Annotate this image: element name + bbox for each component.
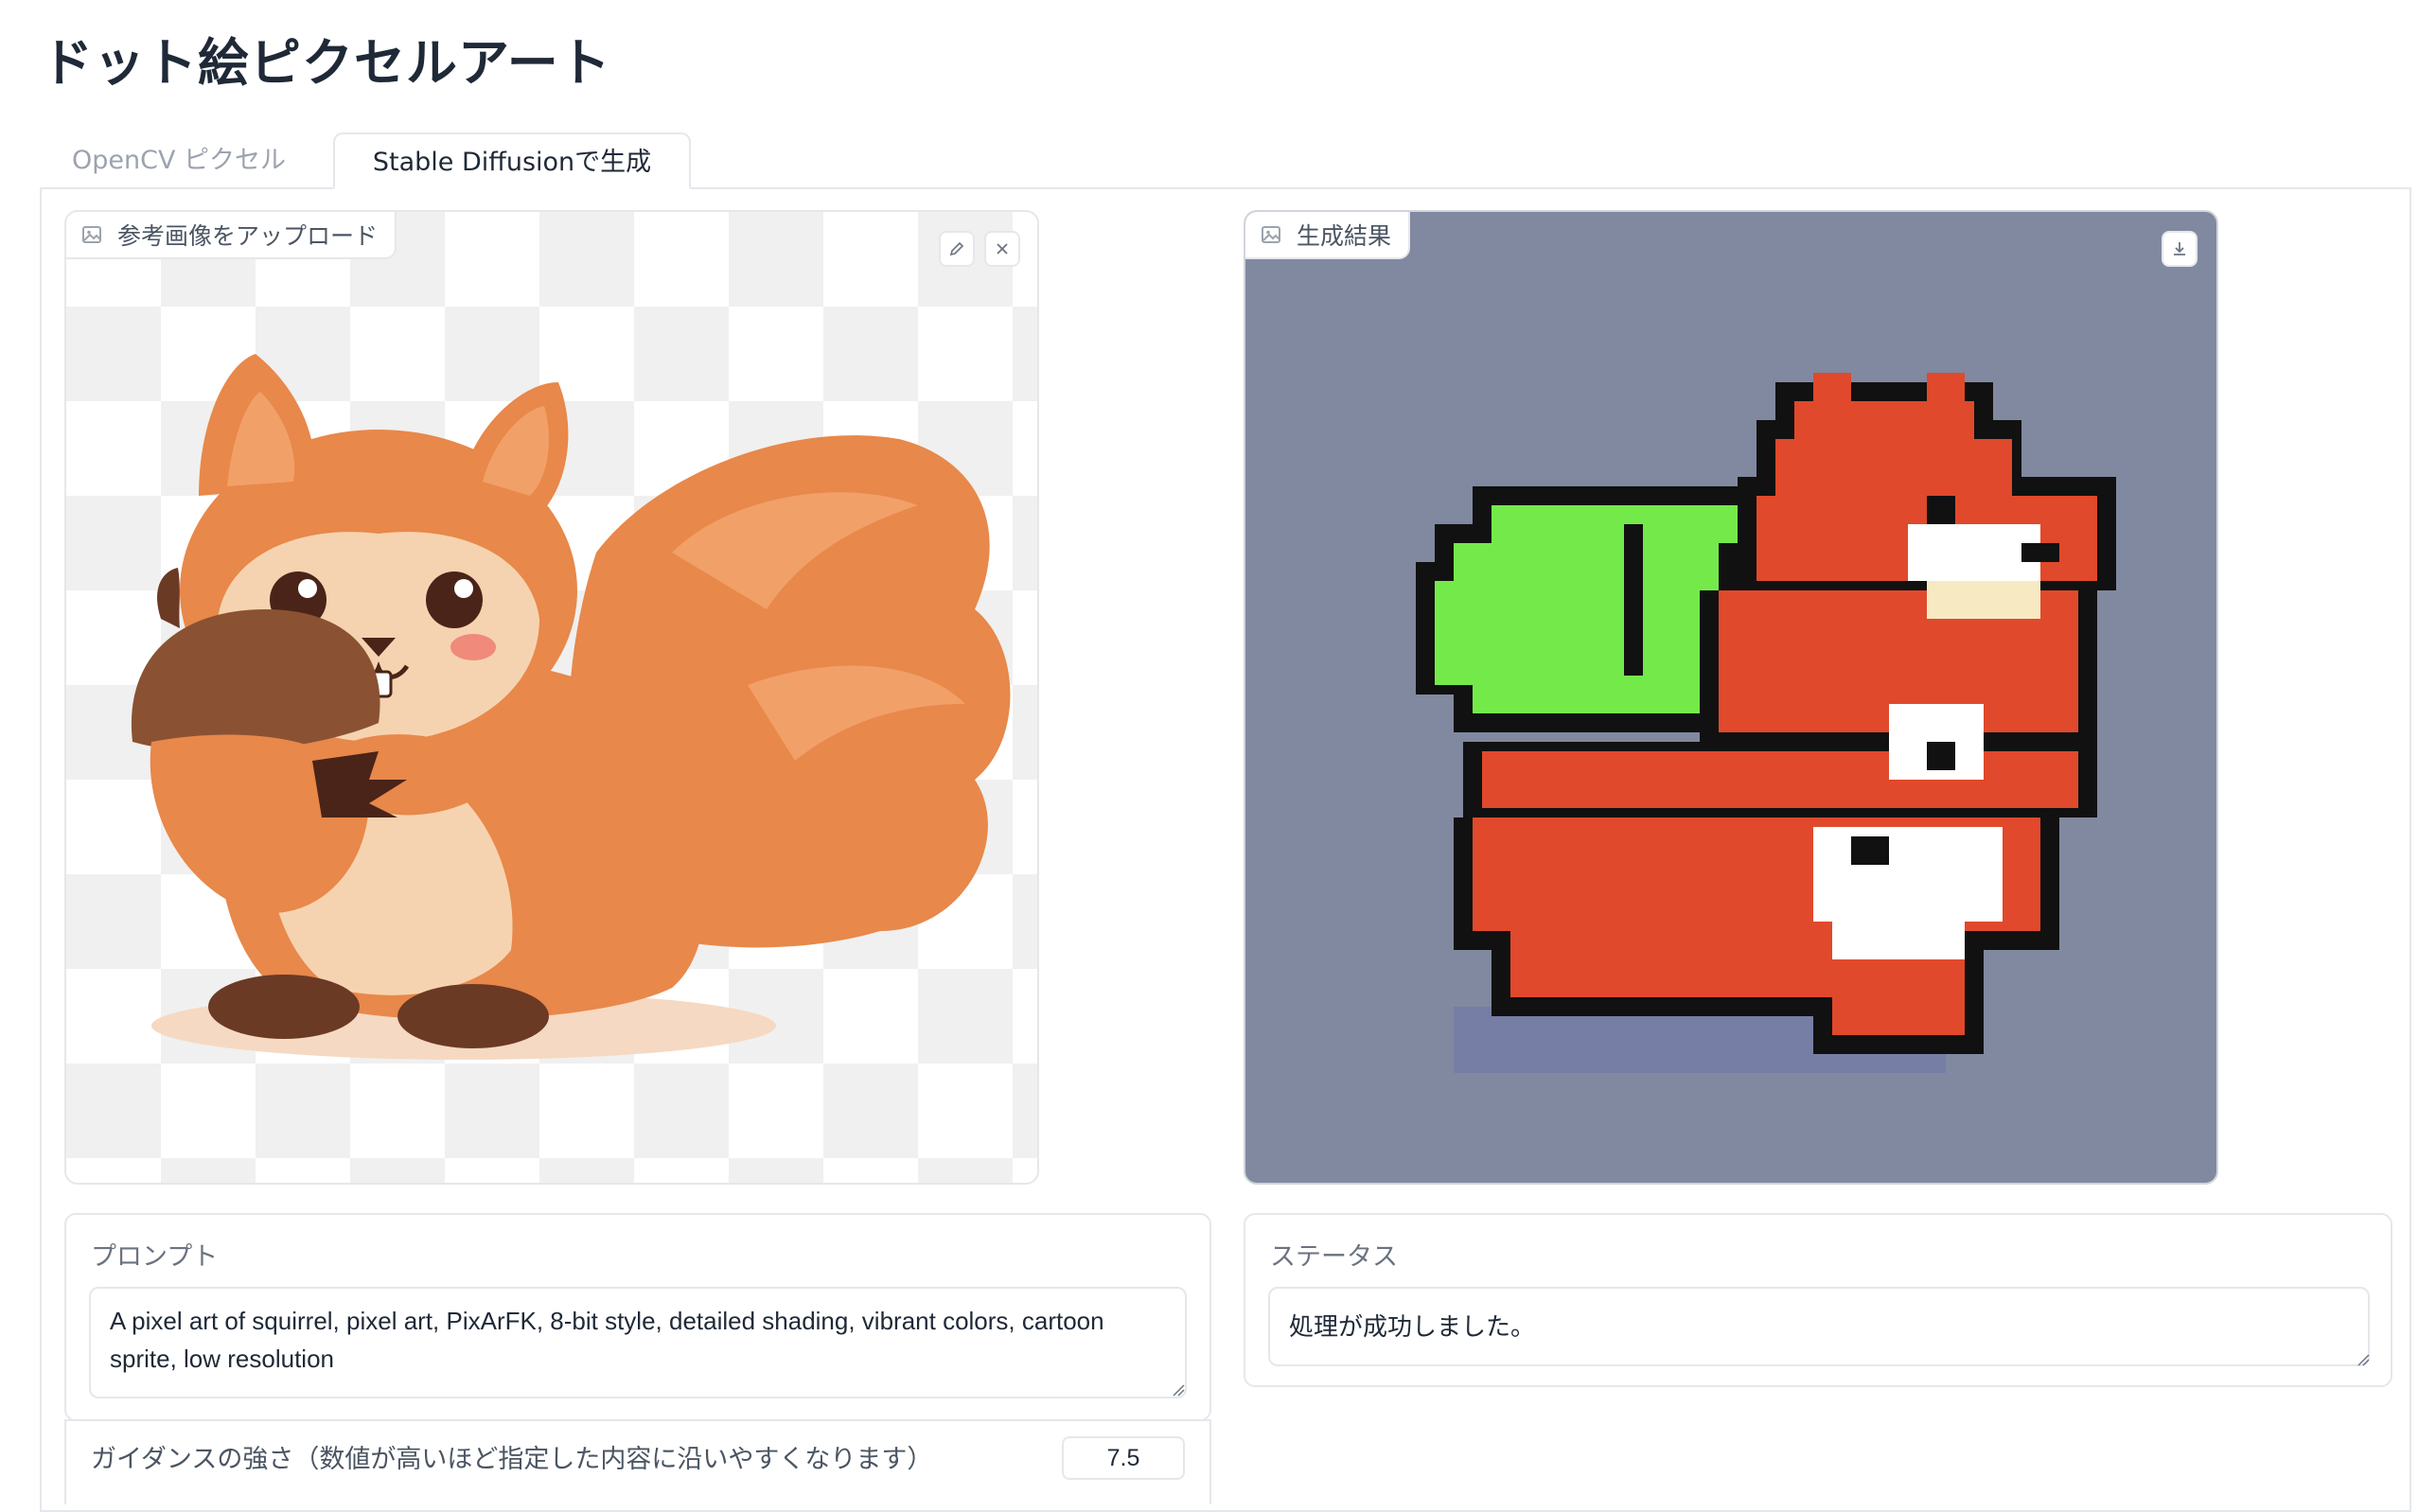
resize-handle-icon[interactable] <box>2357 1353 2370 1366</box>
tab-opencv-pixelate[interactable]: OpenCV ピクセル化 <box>40 132 333 232</box>
status-textarea[interactable]: 処理が成功しました。 <box>1268 1287 2370 1366</box>
reference-image-upload[interactable]: 参考画像をアップロード <box>64 210 1039 1185</box>
reference-image-label-text: 参考画像をアップロード <box>117 222 379 250</box>
guidance-value-input[interactable]: 7.5 <box>1062 1436 1185 1480</box>
guidance-label: ガイダンスの強さ（数値が高いほど指定した内容に沿いやすくなります） <box>91 1445 933 1474</box>
pixel-squirrel-image <box>1416 373 2116 1073</box>
edit-icon <box>949 241 964 256</box>
image-icon <box>82 226 101 243</box>
download-icon <box>2174 242 2185 255</box>
guidance-slider-panel: ガイダンスの強さ（数値が高いほど指定した内容に沿いやすくなります） 7.5 <box>64 1419 1211 1504</box>
prompt-panel: プロンプト A pixel art of squirrel, pixel art… <box>64 1213 1211 1421</box>
edit-button[interactable] <box>939 231 975 267</box>
squirrel-illustration <box>131 354 1011 1060</box>
image-icon <box>1262 226 1280 243</box>
generated-image-label: 生成結果 <box>1245 212 1411 259</box>
clear-button[interactable] <box>984 231 1020 267</box>
status-panel: ステータス 処理が成功しました。 <box>1244 1213 2392 1387</box>
prompt-label: プロンプト <box>91 1242 219 1272</box>
download-button[interactable] <box>2162 231 2198 267</box>
close-icon <box>997 243 1008 255</box>
prompt-textarea[interactable]: A pixel art of squirrel, pixel art, PixA… <box>89 1287 1187 1398</box>
resize-handle-icon[interactable] <box>1172 1383 1185 1397</box>
page-title: ドット絵ピクセルアート <box>42 33 611 93</box>
reference-image-label: 参考画像をアップロード <box>66 212 397 259</box>
generated-image: 生成結果 <box>1244 210 2218 1185</box>
status-label: ステータス <box>1270 1242 1398 1272</box>
generated-image-label-text: 生成結果 <box>1297 222 1392 250</box>
tab-stable-diffusion[interactable]: Stable Diffusionで生成 <box>333 132 691 189</box>
tab-bar: OpenCV ピクセル化 Stable Diffusionで生成 <box>40 132 2406 232</box>
